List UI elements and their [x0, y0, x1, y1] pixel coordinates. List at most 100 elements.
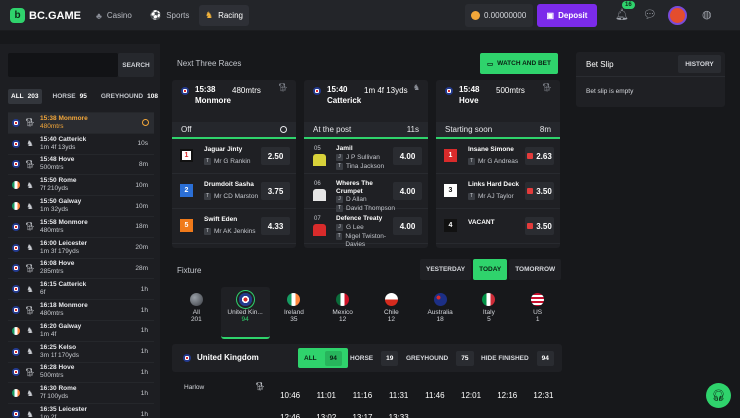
search-button[interactable]: SEARCH: [118, 53, 154, 77]
sidebar-race-item[interactable]: 🐕︎ 15:38 Monmore 480mtrs: [8, 112, 154, 133]
uk-filter-greyhound[interactable]: GREYHOUND 75: [400, 348, 480, 368]
filter-all[interactable]: ALL 203: [8, 89, 42, 104]
wallet-balance[interactable]: 0.00000000: [465, 4, 533, 27]
odds-button[interactable]: 2.50: [261, 147, 290, 165]
race-card-header[interactable]: 15:40 1m 4f 13yds Catterick ♞: [304, 80, 428, 122]
race-time-slot[interactable]: 13:17: [344, 406, 380, 418]
greyhound-icon: 🐕︎: [541, 83, 552, 92]
horse-icon: ♞: [412, 83, 420, 92]
odds-button[interactable]: 3.50: [525, 217, 554, 235]
odds-button[interactable]: 4.00: [393, 182, 422, 200]
country-flag-icon: [12, 181, 20, 190]
brand-logo[interactable]: b BC.GAME: [10, 8, 81, 23]
sidebar-race-item[interactable]: ♞ 16:15 Catterick 6f 1h: [8, 278, 154, 299]
country-tab-mx[interactable]: Mexico 12: [318, 287, 367, 339]
history-button[interactable]: HISTORY: [678, 55, 721, 73]
filter-horse[interactable]: HORSE 95: [50, 89, 90, 104]
nav-sports[interactable]: ⚽ Sports: [144, 5, 195, 26]
race-card-header[interactable]: 15:38 480mtrs Monmore 🐕︎: [172, 80, 296, 122]
race-time-slot[interactable]: 12:01: [453, 384, 489, 406]
race-time-slot[interactable]: 11:46: [417, 384, 453, 406]
country-tab-globe[interactable]: All 201: [172, 287, 221, 339]
sidebar-race-item[interactable]: 🐕︎ 16:18 Monmore 480mtrs 1h: [8, 299, 154, 320]
sidebar-race-item[interactable]: ♞ 15:50 Rome 7f 210yds 10m: [8, 174, 154, 195]
race-time-slot[interactable]: 12:16: [489, 384, 525, 406]
country-count: 12: [339, 316, 347, 323]
sidebar-race-item[interactable]: 🐕︎ 16:28 Hove 500mtrs 1h: [8, 361, 154, 383]
country-count: 12: [387, 316, 395, 323]
race-time-slot[interactable]: 11:31: [381, 384, 417, 406]
sidebar-race-item[interactable]: ♞ 15:40 Catterick 1m 4f 13yds 10s: [8, 132, 154, 154]
sidebar-race-item[interactable]: ♞ 15:50 Galway 1m 32yds 10m: [8, 195, 154, 216]
country-tab-cl[interactable]: Chile 12: [367, 287, 416, 339]
tab-today[interactable]: TODAY: [473, 259, 508, 280]
race-time-slot[interactable]: 13:33: [381, 406, 417, 418]
odds-button[interactable]: 3.75: [261, 182, 290, 200]
sidebar-race-item[interactable]: ♞ 16:30 Rome 7f 100yds 1h: [8, 382, 154, 403]
country-tab-uk[interactable]: United Kin... 94: [220, 287, 270, 339]
sidebar-race-item[interactable]: ♞ 16:00 Leicester 1m 3f 179yds 20m: [8, 236, 154, 258]
country-flag-icon: [12, 389, 20, 398]
venue-harlow[interactable]: Harlow: [184, 384, 204, 391]
nav-racing[interactable]: ♞ Racing: [199, 5, 249, 26]
sidebar-race-item[interactable]: ♞ 16:35 Leicester 1m 2f 1h: [8, 403, 154, 418]
race-time-slot[interactable]: 11:01: [308, 384, 344, 406]
uk-filter-all[interactable]: ALL 94: [298, 348, 348, 368]
trap-number: 2: [180, 184, 193, 197]
jockey-line: JG Lee: [336, 224, 364, 231]
sidebar-race-item[interactable]: ♞ 16:20 Galway 1m 4f 1h: [8, 319, 154, 341]
odds-button[interactable]: 4.00: [393, 147, 422, 165]
country-tab-us[interactable]: US 1: [513, 287, 562, 339]
odds-button[interactable]: 4.00: [393, 217, 422, 235]
avatar[interactable]: [668, 6, 687, 25]
country-name: United Kin...: [227, 309, 263, 316]
trainer-tag: T: [468, 158, 475, 165]
horse-icon: ♞: [26, 326, 34, 336]
race-time-slot[interactable]: 10:46: [272, 384, 308, 406]
race-card-distance: 500mtrs: [496, 86, 525, 95]
country-tab-ie[interactable]: Ireland 35: [270, 287, 319, 339]
chat-icon[interactable]: 💬︎: [643, 8, 657, 21]
fixture-day-tabs: YESTERDAY TODAY TOMORROW: [420, 259, 562, 280]
race-search-input[interactable]: [8, 53, 118, 77]
trainer-tag: T: [336, 233, 343, 240]
odds-button[interactable]: 2.63: [525, 147, 554, 165]
uk-filter-horse[interactable]: HORSE 19: [344, 348, 404, 368]
au-flag-icon: [433, 293, 447, 306]
deposit-button[interactable]: ▣ Deposit: [537, 4, 597, 27]
race-card-header[interactable]: 15:48 500mtrs Hove 🐕︎: [436, 80, 560, 122]
filter-all-label: ALL: [11, 93, 24, 100]
race-time-slot[interactable]: 12:31: [525, 384, 561, 406]
race-distance: 500mtrs: [40, 372, 64, 380]
race-time-slot[interactable]: 11:16: [344, 384, 380, 406]
odds-button[interactable]: 4.33: [261, 217, 290, 235]
race-time-slot[interactable]: 13:02: [308, 406, 344, 418]
country-tab-it[interactable]: Italy 5: [465, 287, 514, 339]
nav-casino[interactable]: ♣ Casino: [90, 5, 138, 26]
odds-button[interactable]: 3.50: [525, 182, 554, 200]
sidebar-race-item[interactable]: 🐕︎ 16:08 Hove 285mtrs 28m: [8, 257, 154, 279]
logo-mark-icon: b: [10, 8, 25, 23]
sidebar-race-item[interactable]: 🐕︎ 15:58 Monmore 480mtrs 18m: [8, 215, 154, 237]
sidebar-race-item[interactable]: ♞ 16:25 Kelso 3m 1f 170yds 1h: [8, 340, 154, 362]
race-time-venue: 15:50 Galway: [40, 198, 82, 206]
globe-icon[interactable]: ◍: [702, 8, 712, 21]
filter-greyhound[interactable]: GREYHOUND 108: [98, 89, 161, 104]
support-headset-icon[interactable]: 🎧︎: [706, 383, 731, 408]
next-races-title: Next Three Races: [177, 59, 242, 68]
sidebar-race-item[interactable]: 🐕︎ 15:48 Hove 500mtrs 8m: [8, 153, 154, 175]
exchange-icon: [527, 188, 534, 194]
tab-yesterday[interactable]: YESTERDAY: [420, 259, 472, 280]
race-time-slot[interactable]: 12:46: [272, 406, 308, 418]
race-times-grid: 10:46 11:01 11:16 11:31 11:46 12:01 12:16 12:31…: [272, 384, 562, 418]
uk-filter-hide-finished[interactable]: HIDE FINISHED 94: [475, 348, 560, 368]
notification-badge: 16: [622, 1, 635, 9]
greyhound-icon: 🐕︎: [24, 305, 36, 315]
country-tab-au[interactable]: Australia 18: [416, 287, 465, 339]
bell-icon[interactable]: 🔔︎: [615, 8, 629, 21]
watch-and-bet-button[interactable]: ▭ WATCH AND BET: [480, 53, 558, 74]
trainer-tag: T: [336, 163, 343, 170]
tab-tomorrow[interactable]: TOMORROW: [509, 259, 562, 280]
country-count: 35: [290, 316, 298, 323]
runner-row: 1 Insane Simone T Mr G Andreas 2.63: [436, 139, 560, 174]
